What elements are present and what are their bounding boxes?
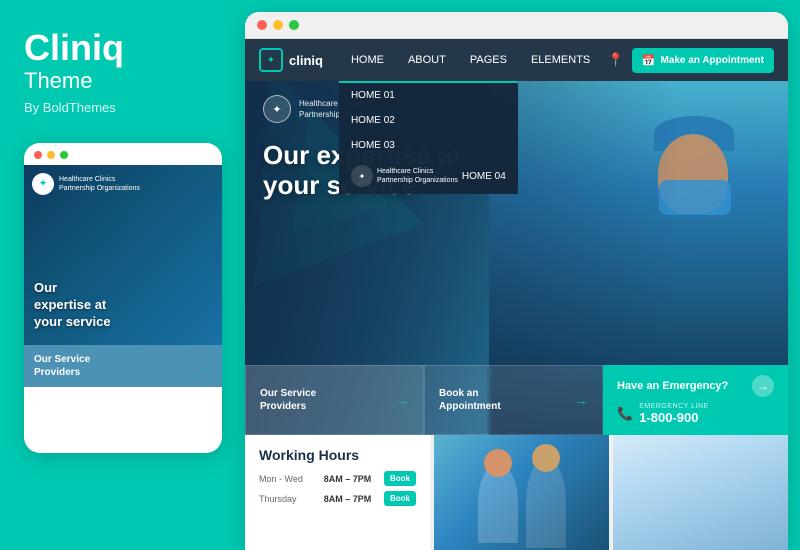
nav-item-about[interactable]: ABOUT	[396, 39, 458, 81]
mockup-logo-text: Healthcare Clinics Partnership Organizat…	[59, 175, 140, 193]
browser-dot-yellow[interactable]	[273, 20, 283, 30]
bottom-img1-content	[434, 435, 609, 550]
nav-dropdown-item-3[interactable]: HOME 03	[339, 133, 518, 158]
service-card-providers[interactable]: Our Service Providers →	[245, 365, 424, 435]
left-panel: Cliniq Theme By BoldThemes ✦ Healthcare …	[0, 0, 245, 550]
bottom-section: Working Hours Mon - Wed 8AM – 7PM Book T…	[245, 435, 788, 550]
dot-red	[34, 151, 42, 159]
website-content: ✦ cliniq HOME HOME 01 HOME 02 HOME 03 ✦ …	[245, 39, 788, 550]
brand-name: Cliniq	[24, 28, 124, 68]
working-hours-title: Working Hours	[259, 447, 416, 463]
working-hours-card: Working Hours Mon - Wed 8AM – 7PM Book T…	[245, 435, 430, 550]
nav-item-home[interactable]: HOME HOME 01 HOME 02 HOME 03 ✦ Healthcar…	[339, 39, 396, 81]
browser-dot-red[interactable]	[257, 20, 267, 30]
staff-figure-1	[478, 463, 518, 543]
nav-item-elements[interactable]: ELEMENTS	[519, 39, 602, 81]
nav-logo-icon: ✦	[259, 48, 283, 72]
staff-head-1	[484, 449, 512, 477]
mockup-service-label: Our Service Providers	[34, 353, 90, 379]
brand-subtitle: Theme	[24, 68, 92, 94]
service-cards-row: Our Service Providers → Book an Appointm…	[245, 365, 788, 435]
service-card-text-1: Our Service Providers	[260, 387, 316, 413]
emergency-line: 📞 EMERGENCY LINE 1-800-900	[617, 403, 774, 425]
nav-item-pages[interactable]: PAGES	[458, 39, 519, 81]
emergency-phone-icon: 📞	[617, 406, 633, 422]
emergency-circle-icon[interactable]: →	[752, 375, 774, 397]
emergency-number: 1-800-900	[639, 410, 709, 425]
staff-figure-2	[526, 458, 566, 548]
pin-icon: 📍	[608, 52, 624, 68]
mockup-logo-row: ✦ Healthcare Clinics Partnership Organiz…	[32, 173, 140, 195]
browser-window: ✦ cliniq HOME HOME 01 HOME 02 HOME 03 ✦ …	[245, 12, 788, 550]
nav-items: HOME HOME 01 HOME 02 HOME 03 ✦ Healthcar…	[339, 39, 602, 81]
bottom-image-medical-staff	[434, 435, 609, 550]
browser-bar	[245, 12, 788, 39]
wh-book-btn-2[interactable]: Book	[384, 491, 416, 506]
nav-logo: ✦ cliniq	[259, 48, 323, 72]
hero-logo-icon-small: ✦	[351, 165, 373, 187]
wh-row-2: Thursday 8AM – 7PM Book	[259, 491, 416, 506]
mockup-service-bar[interactable]: Our Service Providers →	[24, 345, 222, 387]
mockup-arrow-icon: →	[200, 359, 212, 373]
mockup-dots	[24, 143, 222, 165]
bottom-image-clinic	[613, 435, 788, 550]
hero-logo-icon: ✦	[263, 95, 291, 123]
mockup-hero-text: Our expertise at your service	[34, 280, 111, 331]
site-nav: ✦ cliniq HOME HOME 01 HOME 02 HOME 03 ✦ …	[245, 39, 788, 81]
service-card-appointment[interactable]: Book an Appointment →	[424, 365, 603, 435]
service-card-arrow-2: →	[574, 392, 588, 408]
appointment-button[interactable]: 📅 Make an Appointment	[632, 48, 774, 73]
nav-dropdown-item-4[interactable]: ✦ Healthcare ClinicsPartnership Organiza…	[339, 158, 518, 194]
dot-yellow	[47, 151, 55, 159]
wh-time-1: 8AM – 7PM	[324, 474, 372, 484]
emergency-info: EMERGENCY LINE 1-800-900	[639, 403, 709, 425]
wh-time-2: 8AM – 7PM	[324, 494, 372, 504]
nav-dropdown-item-2[interactable]: HOME 02	[339, 108, 518, 133]
mockup-hero: ✦ Healthcare Clinics Partnership Organiz…	[24, 165, 222, 345]
calendar-icon: 📅	[642, 54, 656, 67]
bottom-img2-content	[613, 435, 788, 550]
nav-dropdown-item-1[interactable]: HOME 01	[339, 83, 518, 108]
browser-dot-green[interactable]	[289, 20, 299, 30]
dot-green	[60, 151, 68, 159]
service-card-text-2: Book an Appointment	[439, 387, 501, 413]
mockup-logo-icon: ✦	[32, 173, 54, 195]
wh-day-2: Thursday	[259, 494, 311, 504]
service-card-arrow-1: →	[395, 392, 409, 408]
brand-by: By BoldThemes	[24, 100, 116, 115]
wh-row-1: Mon - Wed 8AM – 7PM Book	[259, 471, 416, 486]
emergency-card: Have an Emergency? → 📞 EMERGENCY LINE 1-…	[603, 365, 788, 435]
nav-dropdown: HOME 01 HOME 02 HOME 03 ✦ Healthcare Cli…	[339, 81, 518, 194]
wh-book-btn-1[interactable]: Book	[384, 471, 416, 486]
wh-day-1: Mon - Wed	[259, 474, 311, 484]
mobile-mockup: ✦ Healthcare Clinics Partnership Organiz…	[24, 143, 222, 453]
emergency-title: Have an Emergency? →	[617, 375, 774, 397]
hero-logo-line1: Healthcare ClinicsPartnership Organizati…	[377, 167, 458, 185]
staff-head-2	[532, 444, 560, 472]
nav-logo-text: cliniq	[289, 53, 323, 68]
